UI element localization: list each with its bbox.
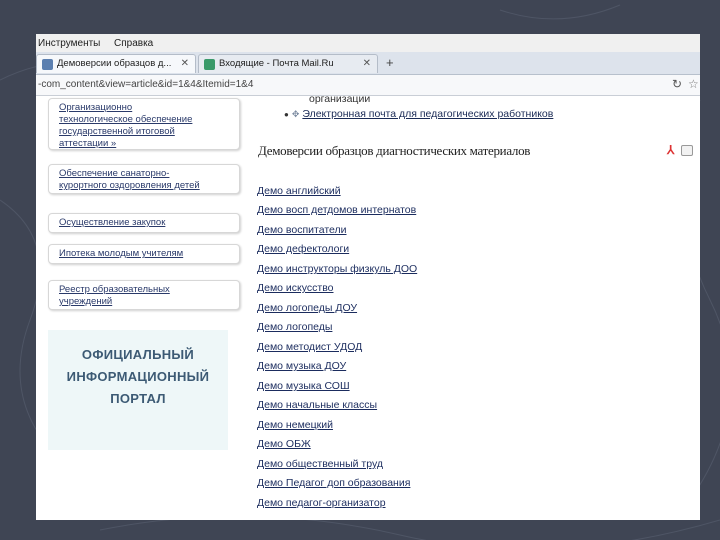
- mail-icon: [204, 59, 215, 70]
- demo-link[interactable]: Демо логопеды: [257, 321, 332, 333]
- demo-link[interactable]: Демо Педагог доп образования: [257, 477, 410, 489]
- demo-link[interactable]: Демо музыка СОШ: [257, 380, 350, 392]
- sidebar-item-label: Обеспечение санаторно-: [59, 168, 170, 179]
- pdf-icon[interactable]: ⅄: [667, 143, 674, 157]
- demo-link[interactable]: Демо воспитатели: [257, 224, 347, 236]
- menu-bar: Инструменты Справка: [36, 34, 700, 52]
- organization-text: организации: [309, 93, 371, 105]
- portal-text: ИНФОРМАЦИОННЫЙ: [66, 369, 210, 384]
- close-icon[interactable]: ✕: [181, 55, 189, 73]
- page-title: Демоверсии образцов диагностических мате…: [258, 143, 531, 158]
- demo-link[interactable]: Демо методист УДОД: [257, 341, 362, 353]
- demo-link[interactable]: Демо английский: [257, 185, 341, 197]
- demo-link[interactable]: Демо дефектологи: [257, 243, 349, 255]
- demo-link[interactable]: Демо музыка ДОУ: [257, 360, 346, 372]
- sidebar-item-gia[interactable]: Организационно технологическое обеспечен…: [48, 98, 240, 150]
- sidebar-item-label: технологическое обеспечение: [59, 114, 193, 125]
- portal-text: ОФИЦИАЛЬНЫЙ: [81, 347, 195, 362]
- page-icon: [42, 59, 53, 70]
- sidebar-item-label: Организационно: [59, 102, 133, 113]
- close-icon[interactable]: ✕: [363, 55, 371, 73]
- demo-link[interactable]: Демо восп детдомов интернатов: [257, 204, 416, 216]
- sidebar-item-procurement[interactable]: Осуществление закупок: [48, 213, 240, 233]
- sidebar-item-label: Реестр образовательных: [59, 284, 170, 295]
- link-icon: ✥: [291, 109, 300, 119]
- refresh-icon[interactable]: ↻: [672, 77, 682, 91]
- email-link[interactable]: Электронная почта для педагогических раб…: [302, 108, 553, 120]
- sidebar-item-label: учреждений: [59, 296, 113, 307]
- bullet-icon: ●: [284, 110, 289, 119]
- email-item: ● ✥ Электронная почта для педагогических р…: [284, 108, 553, 120]
- browser-window: Инструменты Справка Демоверсии образцов …: [36, 34, 700, 520]
- portal-text: ПОРТАЛ: [110, 391, 166, 406]
- sidebar-item-label: государственной итоговой: [59, 126, 175, 137]
- menu-item-tools[interactable]: Инструменты: [38, 38, 100, 49]
- sidebar-item-label: аттестации »: [59, 138, 117, 149]
- sidebar-item-label: Ипотека молодым учителям: [59, 248, 184, 259]
- tab-mail[interactable]: Входящие - Почта Mail.Ru ✕: [198, 54, 378, 73]
- demo-link[interactable]: Демо общественный труд: [257, 458, 383, 470]
- tab-label: Входящие - Почта Mail.Ru: [219, 58, 334, 69]
- official-portal-banner[interactable]: ОФИЦИАЛЬНЫЙ ИНФОРМАЦИОННЫЙ ПОРТАЛ: [48, 330, 228, 450]
- new-tab-button[interactable]: +: [386, 55, 394, 70]
- tab-demo-versions[interactable]: Демоверсии образцов д... ✕: [36, 54, 196, 73]
- demo-link[interactable]: Демо искусство: [257, 282, 334, 294]
- demo-link[interactable]: Демо педагог-организатор: [257, 497, 386, 509]
- page-content: Организационно технологическое обеспечен…: [36, 93, 700, 520]
- sidebar-item-sanatorium[interactable]: Обеспечение санаторно- курортного оздоро…: [48, 164, 240, 194]
- star-icon[interactable]: ☆: [688, 77, 699, 91]
- sidebar-item-label: Осуществление закупок: [59, 217, 166, 228]
- menu-item-help[interactable]: Справка: [114, 38, 153, 49]
- print-icon[interactable]: [681, 145, 693, 156]
- demo-link[interactable]: Демо инструкторы физкуль ДОО: [257, 263, 417, 275]
- sidebar-item-mortgage[interactable]: Ипотека молодым учителям: [48, 244, 240, 264]
- demo-link[interactable]: Демо логопеды ДОУ: [257, 302, 357, 314]
- demo-link[interactable]: Демо начальные классы: [257, 399, 377, 411]
- tab-label: Демоверсии образцов д...: [57, 58, 172, 69]
- sidebar-item-label: курортного оздоровления детей: [59, 180, 200, 191]
- demo-link[interactable]: Демо немецкий: [257, 419, 333, 431]
- url-field[interactable]: -com_content&view=article&id=1&4&Itemid=…: [38, 79, 253, 90]
- sidebar-item-registry[interactable]: Реестр образовательных учреждений: [48, 280, 240, 310]
- tab-bar: Демоверсии образцов д... ✕ Входящие - По…: [36, 52, 700, 75]
- demo-link[interactable]: Демо ОБЖ: [257, 438, 311, 450]
